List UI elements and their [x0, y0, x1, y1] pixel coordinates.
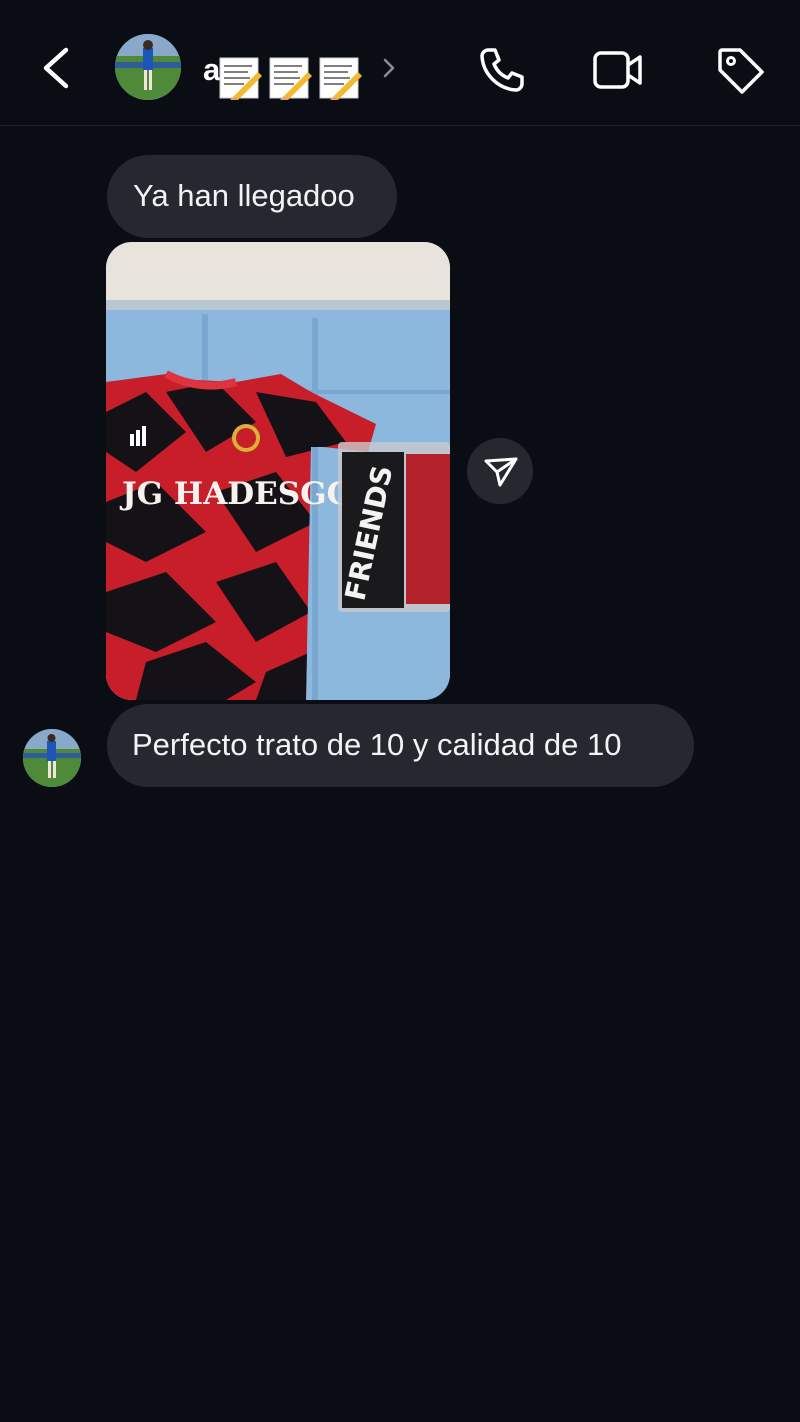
tag-icon[interactable]: [714, 44, 766, 96]
phone-icon[interactable]: [476, 44, 528, 96]
back-chevron-icon[interactable]: [36, 44, 76, 92]
message-photo[interactable]: JG HADESGG FRIENDS: [106, 242, 450, 700]
chat-header: a: [0, 0, 800, 126]
message-bubble[interactable]: Perfecto trato de 10 y calidad de 10: [107, 704, 694, 787]
video-camera-icon[interactable]: [592, 44, 644, 96]
paper-plane-icon: [484, 457, 518, 487]
message-text: Perfecto trato de 10 y calidad de 10: [132, 727, 622, 762]
message-text: Ya han llegadoo: [133, 178, 355, 213]
message-bubble[interactable]: Ya han llegadoo: [107, 155, 397, 238]
chevron-right-icon[interactable]: [380, 56, 398, 80]
share-button[interactable]: [467, 438, 533, 504]
memo-pencil-icon: [319, 57, 362, 100]
username-emoji-stickers: [218, 56, 363, 106]
contact-avatar[interactable]: [115, 34, 181, 100]
jersey-print-text: JG HADESGG: [119, 476, 353, 512]
memo-pencil-icon: [269, 57, 312, 100]
memo-pencil-icon: [219, 57, 262, 100]
sender-avatar[interactable]: [23, 729, 81, 787]
